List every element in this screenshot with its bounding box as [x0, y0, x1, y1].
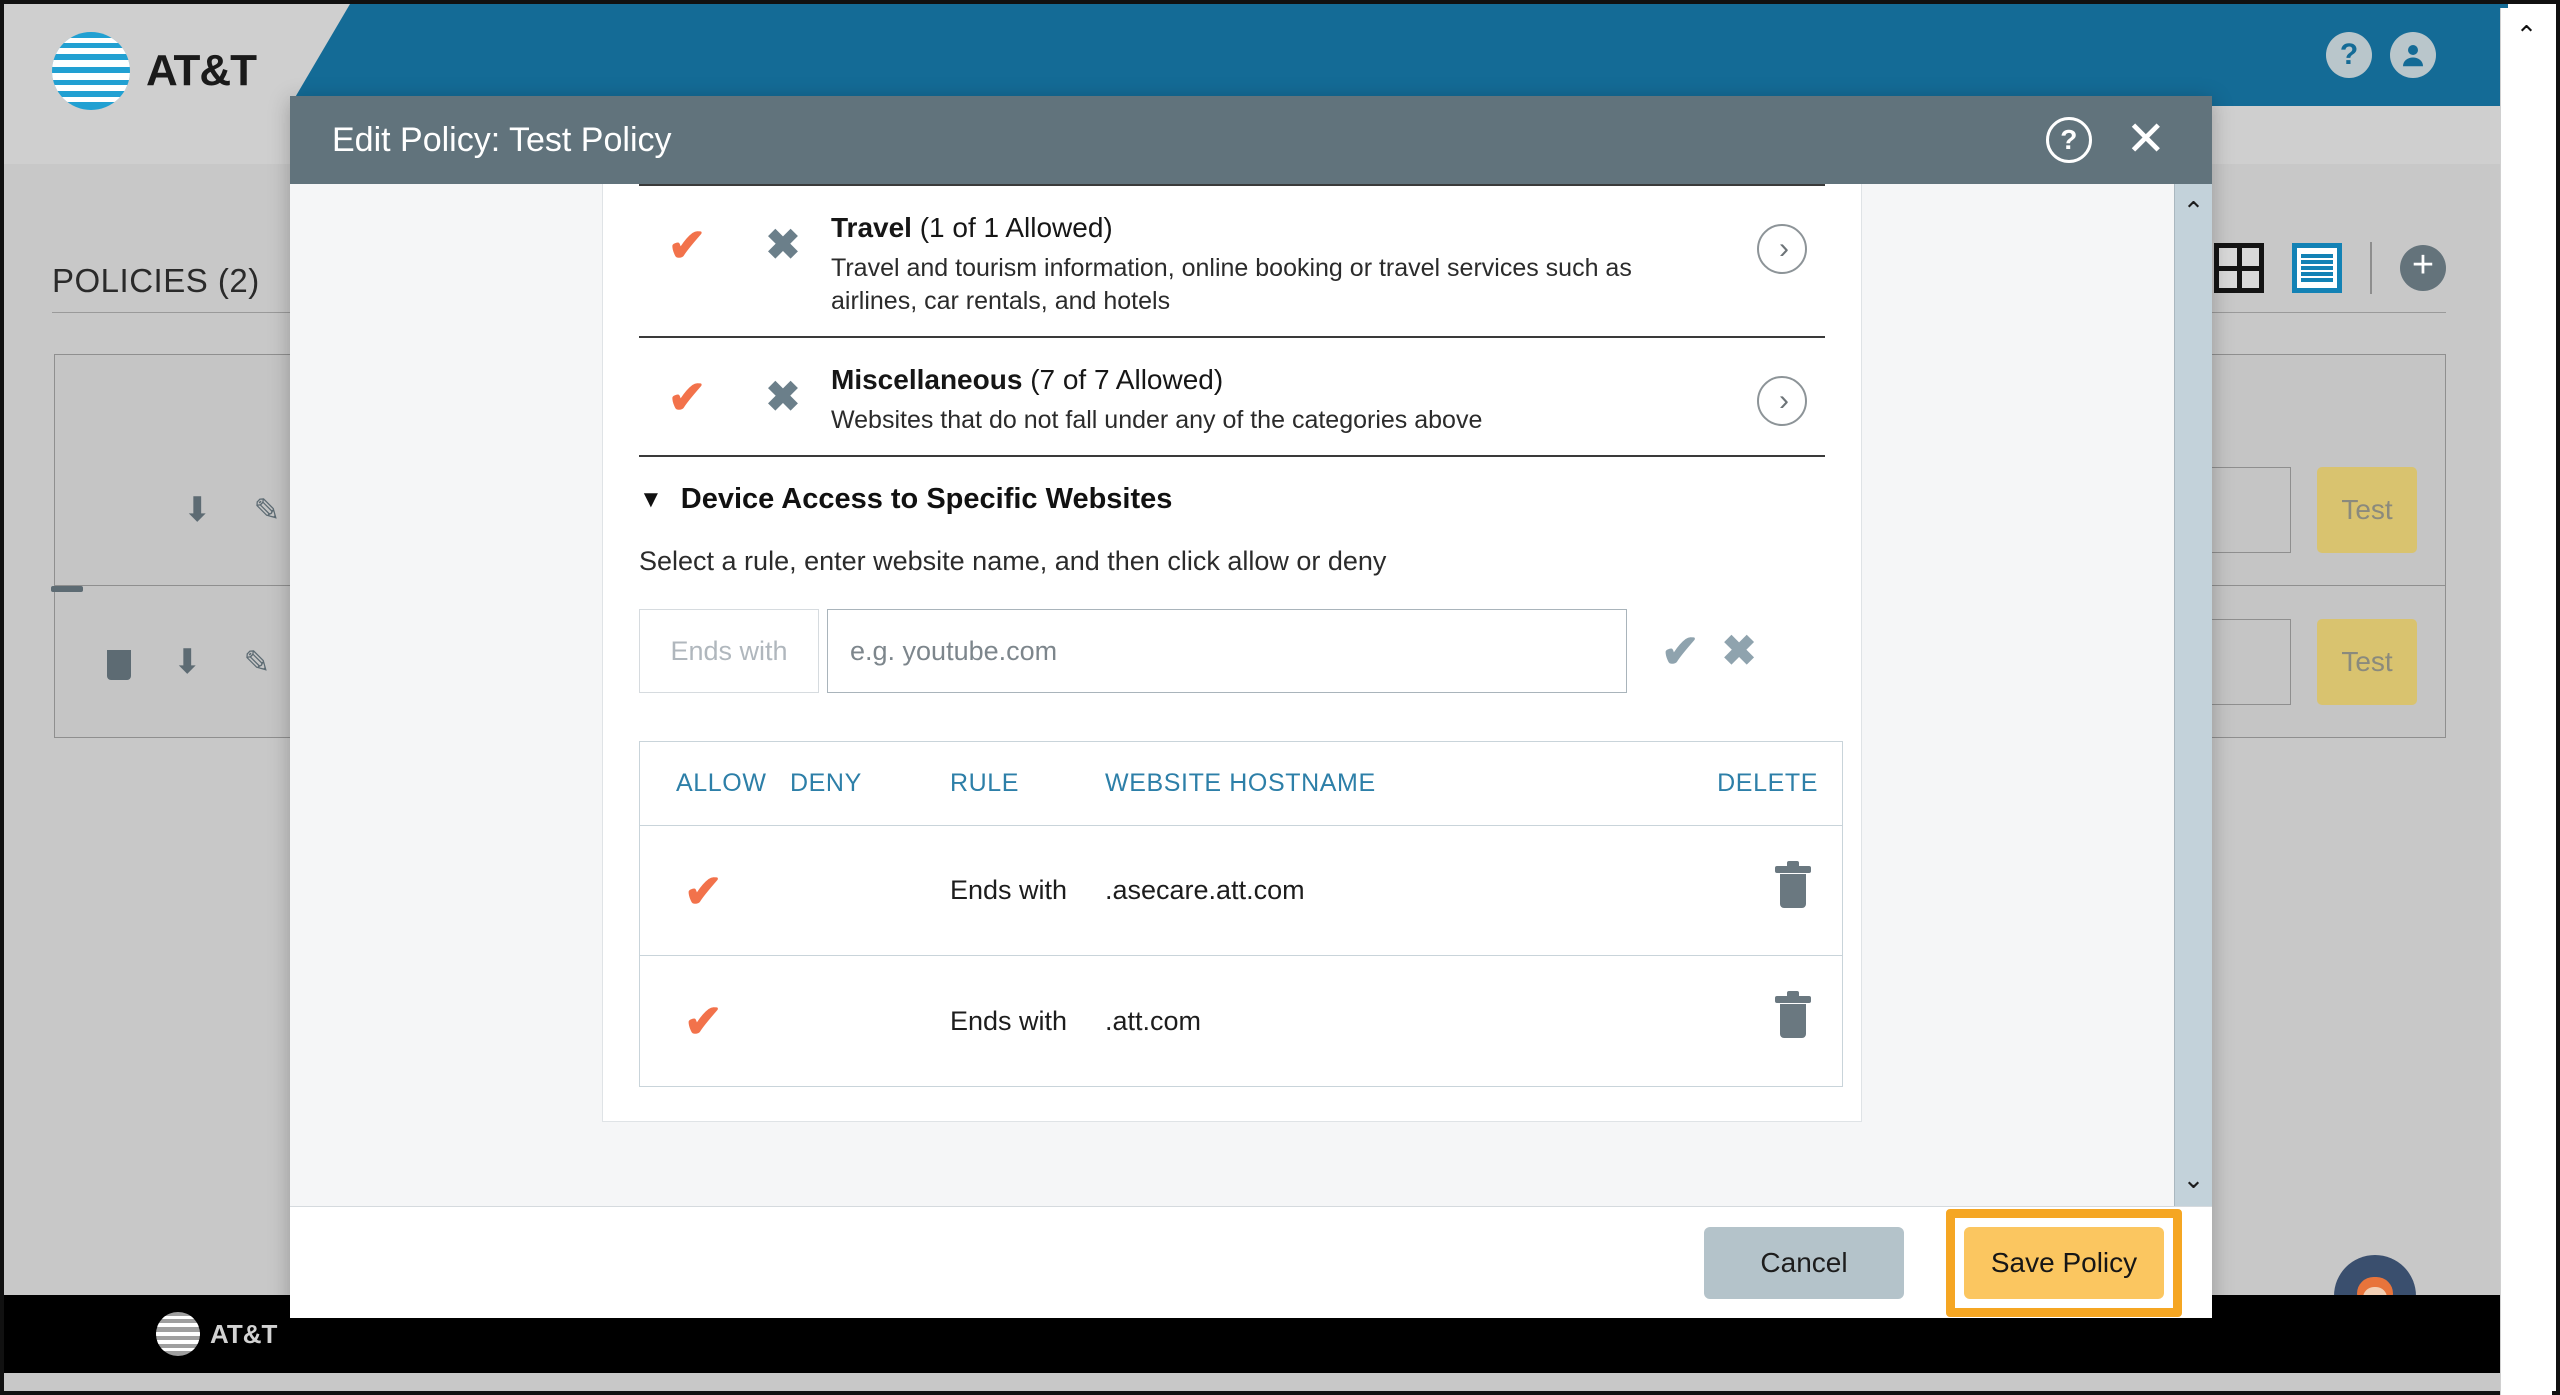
brand-banner [290, 4, 2508, 106]
device-access-section: ▼ Device Access to Specific Websites Sel… [603, 455, 1861, 1121]
scroll-down-icon[interactable]: ⌄ [2183, 1166, 2205, 1192]
save-button-highlight: Save Policy [1946, 1208, 2182, 1317]
dialog-footer: Cancel Save Policy [290, 1206, 2212, 1318]
list-view-icon[interactable] [2292, 243, 2342, 293]
trash-icon[interactable] [1775, 991, 1811, 1038]
chevron-down-icon[interactable]: ▼ [639, 487, 663, 512]
column-header-allow: ALLOW [676, 769, 767, 797]
category-count: (1 of 1 Allowed) [919, 212, 1113, 243]
rule-cell: Ends with [950, 1005, 1068, 1036]
device-access-header[interactable]: ▼ Device Access to Specific Websites [639, 455, 1825, 516]
category-row-miscellaneous[interactable]: ✔ ✖ Miscellaneous (7 of 7 Allowed) Websi… [639, 336, 1825, 455]
trash-icon[interactable] [1775, 860, 1811, 908]
confirm-allow-icon[interactable]: ✔ [1661, 628, 1700, 674]
section-title: Device Access to Specific Websites [680, 483, 1173, 515]
page-scrollbar[interactable]: ⌃ [2500, 8, 2552, 1395]
dialog-header: Edit Policy: Test Policy ? ✕ [290, 96, 2212, 184]
rule-entry-actions: ✔ ✖ [1661, 628, 1757, 674]
table-row[interactable]: ✔ Ends with .att.com [640, 956, 1842, 1086]
chevron-right-icon[interactable]: › [1757, 376, 1807, 426]
browser-window: AT&T ? POLICIES (2) + ⬇ ✎ Test ⬇ ✎ Test … [0, 0, 2560, 1395]
download-icon[interactable]: ⬇ [183, 493, 212, 527]
category-description: Websites that do not fall under any of t… [831, 406, 1483, 434]
att-logo: AT&T [52, 32, 257, 110]
chevron-right-icon[interactable]: › [1757, 224, 1807, 274]
category-count: (7 of 7 Allowed) [1030, 364, 1224, 395]
table-row[interactable]: ✔ Ends with .asecare.att.com [640, 826, 1842, 956]
help-icon[interactable]: ? [2326, 32, 2372, 78]
confirm-deny-icon[interactable]: ✖ [1722, 630, 1757, 672]
edit-icon[interactable]: ✎ [244, 646, 271, 678]
att-globe-icon [52, 32, 130, 110]
att-logo-footer: AT&T [156, 1312, 277, 1356]
policies-toolbar: + [2214, 242, 2446, 294]
hostname-cell: .asecare.att.com [1105, 875, 1305, 905]
category-text: Travel (1 of 1 Allowed) Travel and touri… [831, 208, 1739, 318]
add-policy-button[interactable]: + [2400, 245, 2446, 291]
section-instruction: Select a rule, enter website name, and t… [639, 546, 1387, 576]
category-text: Miscellaneous (7 of 7 Allowed) Websites … [831, 360, 1739, 437]
edit-icon[interactable]: ✎ [254, 494, 281, 526]
category-expand[interactable]: › [1739, 360, 1825, 426]
rule-entry-row: Ends with e.g. youtube.com ✔ ✖ [639, 609, 1825, 693]
edit-policy-dialog: Edit Policy: Test Policy ? ✕ ✔ ✖ Travel [290, 96, 2212, 1318]
dialog-header-icons: ? ✕ [2045, 116, 2166, 164]
scroll-up-icon[interactable]: ⌃ [2516, 22, 2538, 48]
download-icon[interactable]: ⬇ [173, 645, 202, 679]
column-header-delete: DELETE [1717, 769, 1818, 797]
test-button[interactable]: Test [2317, 466, 2417, 553]
column-header-hostname: WEBSITE HOSTNAME [1105, 769, 1376, 797]
table-header-row: ALLOW DENY RULE WEBSITE HOSTNAME DELETE [640, 742, 1842, 826]
delete-cell[interactable] [1682, 860, 1842, 908]
dialog-title: Edit Policy: Test Policy [332, 120, 672, 159]
column-header-rule: RULE [950, 769, 1020, 797]
deny-icon[interactable]: ✖ [735, 208, 831, 266]
hostname-cell: .att.com [1105, 1005, 1202, 1036]
dialog-scrollbar[interactable]: ⌃ ⌄ [2174, 184, 2212, 1206]
dialog-body: ✔ ✖ Travel (1 of 1 Allowed) Travel and t… [290, 184, 2174, 1206]
allow-icon[interactable]: ✔ [639, 208, 735, 268]
category-row-travel[interactable]: ✔ ✖ Travel (1 of 1 Allowed) Travel and t… [639, 184, 1825, 336]
policy-content-card: ✔ ✖ Travel (1 of 1 Allowed) Travel and t… [602, 184, 1862, 1122]
page-title: POLICIES (2) [52, 262, 260, 299]
rule-select[interactable]: Ends with [639, 609, 819, 693]
dialog-body-wrap: ✔ ✖ Travel (1 of 1 Allowed) Travel and t… [290, 184, 2212, 1206]
allow-icon[interactable]: ✔ [640, 868, 790, 914]
delete-cell[interactable] [1682, 991, 1842, 1038]
account-icon[interactable] [2390, 32, 2436, 78]
category-title: Miscellaneous (7 of 7 Allowed) [831, 364, 1709, 396]
category-expand[interactable]: › [1739, 208, 1825, 274]
rule-cell: Ends with [950, 875, 1068, 905]
att-globe-icon [156, 1312, 200, 1356]
grid-view-icon[interactable] [2214, 243, 2264, 293]
category-title: Travel (1 of 1 Allowed) [831, 212, 1709, 244]
close-icon[interactable]: ✕ [2126, 116, 2166, 164]
column-header-deny: DENY [790, 769, 862, 797]
att-wordmark-footer: AT&T [210, 1318, 278, 1349]
deny-icon[interactable]: ✖ [735, 360, 831, 418]
category-description: Travel and tourism information, online b… [831, 254, 1632, 315]
category-name: Travel [831, 212, 912, 243]
allow-icon[interactable]: ✔ [640, 998, 790, 1044]
test-button[interactable]: Test [2317, 618, 2417, 705]
hostname-input[interactable]: e.g. youtube.com [827, 609, 1627, 693]
category-name: Miscellaneous [831, 364, 1023, 395]
att-wordmark: AT&T [146, 46, 257, 95]
trash-icon[interactable] [107, 649, 131, 680]
save-policy-button[interactable]: Save Policy [1964, 1226, 2164, 1299]
allow-icon[interactable]: ✔ [639, 360, 735, 420]
website-rules-table: ALLOW DENY RULE WEBSITE HOSTNAME DELETE … [639, 741, 1843, 1087]
toolbar-divider [2370, 242, 2372, 294]
help-icon[interactable]: ? [2045, 117, 2092, 163]
header-icon-group: ? [2326, 32, 2436, 78]
scroll-up-icon[interactable]: ⌃ [2183, 198, 2205, 224]
cancel-button[interactable]: Cancel [1704, 1226, 1904, 1299]
